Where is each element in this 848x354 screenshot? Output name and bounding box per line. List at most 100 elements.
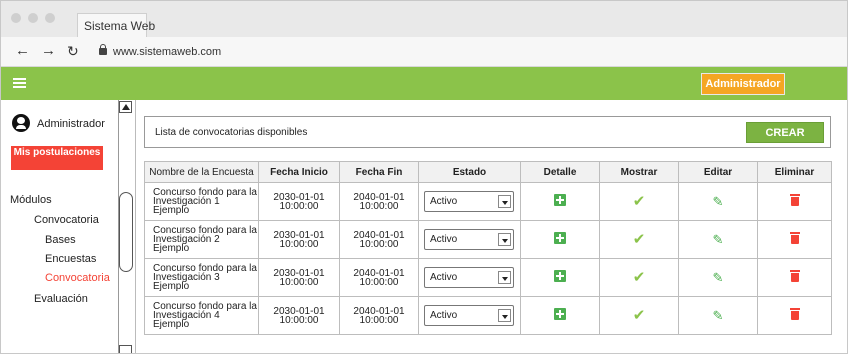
address-bar: ← → ↻ www.sistemaweb.com <box>1 37 847 67</box>
encuesta-name-line: Investigación 1 Ejemplo <box>153 196 220 216</box>
trash-icon[interactable] <box>789 232 800 244</box>
add-box-icon[interactable] <box>554 308 566 320</box>
fecha-inicio-cell: 2030-01-01 10:00:00 <box>258 258 340 297</box>
crear-button[interactable]: CREAR <box>746 122 824 143</box>
hamburger-menu-icon[interactable] <box>13 78 26 89</box>
estado-select[interactable]: Activo <box>424 305 514 326</box>
scroll-up-arrow-icon[interactable] <box>119 101 132 113</box>
estado-select-value: Activo <box>430 196 458 207</box>
chevron-down-icon[interactable] <box>498 233 511 246</box>
maximize-window-dot[interactable] <box>45 13 55 23</box>
add-box-icon[interactable] <box>554 270 566 282</box>
estado-select[interactable]: Activo <box>424 229 514 250</box>
time-value: 10:00:00 <box>359 314 399 326</box>
encuesta-name-cell: Concurso fondo para la Investigación 1 Ej… <box>144 182 259 221</box>
column-header: Nombre de la Encuesta <box>144 161 259 183</box>
editar-cell: ✎ <box>678 258 758 297</box>
reload-icon[interactable]: ↻ <box>67 43 79 59</box>
editar-cell: ✎ <box>678 220 758 259</box>
convocatorias-table: Nombre de la Encuesta Fecha Inicio Fecha… <box>144 161 832 335</box>
column-header: Detalle <box>520 161 600 183</box>
fecha-inicio-cell: 2030-01-01 10:00:00 <box>258 182 340 221</box>
trash-icon[interactable] <box>789 194 800 206</box>
menu-item-bases[interactable]: Bases <box>45 234 76 246</box>
column-header: Eliminar <box>757 161 832 183</box>
chevron-down-icon[interactable] <box>498 309 511 322</box>
detalle-cell <box>520 220 600 259</box>
mostrar-cell: ✔ <box>599 220 679 259</box>
check-icon[interactable]: ✔ <box>633 194 646 209</box>
encuesta-name-line: Investigación 4 Ejemplo <box>153 310 220 330</box>
pencil-icon[interactable]: ✎ <box>713 233 724 246</box>
time-value: 10:00:00 <box>359 276 399 288</box>
scrollbar-thumb[interactable] <box>119 192 133 272</box>
table-header-row: Nombre de la Encuesta Fecha Inicio Fecha… <box>144 161 832 183</box>
chevron-down-icon[interactable] <box>498 271 511 284</box>
time-value: 10:00:00 <box>359 200 399 212</box>
estado-cell: Activo <box>418 182 521 221</box>
pencil-icon[interactable]: ✎ <box>713 309 724 322</box>
menu-item-convocatoria[interactable]: Convocatoria <box>34 214 99 226</box>
browser-window: Sistema Web ← → ↻ www.sistemaweb.com Adm… <box>0 0 848 354</box>
menu-item-encuestas[interactable]: Encuestas <box>45 253 96 265</box>
add-box-icon[interactable] <box>554 194 566 206</box>
title-bar: Sistema Web <box>1 1 847 37</box>
encuesta-name-line: Investigación 3 Ejemplo <box>153 272 220 292</box>
time-value: 10:00:00 <box>359 238 399 250</box>
detalle-cell <box>520 258 600 297</box>
list-panel-header: Lista de convocatorias disponibles CREAR <box>144 116 831 148</box>
administrador-button[interactable]: Administrador <box>701 73 785 95</box>
check-icon[interactable]: ✔ <box>633 308 646 323</box>
check-icon[interactable]: ✔ <box>633 270 646 285</box>
close-window-dot[interactable] <box>11 13 21 23</box>
encuesta-name-line: Investigación 2 Ejemplo <box>153 234 220 254</box>
trash-icon[interactable] <box>789 270 800 282</box>
encuesta-name-cell: Concurso fondo para la Investigación 4 Ej… <box>144 296 259 335</box>
pencil-icon[interactable]: ✎ <box>713 271 724 284</box>
estado-cell: Activo <box>418 296 521 335</box>
estado-select-value: Activo <box>430 272 458 283</box>
trash-icon[interactable] <box>789 308 800 320</box>
eliminar-cell <box>757 258 832 297</box>
detalle-cell <box>520 182 600 221</box>
check-icon[interactable]: ✔ <box>633 232 646 247</box>
encuesta-name-cell: Concurso fondo para la Investigación 3 Ej… <box>144 258 259 297</box>
column-header: Mostrar <box>599 161 679 183</box>
menu-item-convocatoria-active[interactable]: Convocatoria <box>45 272 110 284</box>
column-header: Estado <box>418 161 521 183</box>
app-header: Administrador <box>1 67 847 100</box>
column-header: Fecha Inicio <box>258 161 340 183</box>
forward-arrow-icon[interactable]: → <box>41 43 56 59</box>
estado-select[interactable]: Activo <box>424 191 514 212</box>
chevron-down-icon[interactable] <box>498 195 511 208</box>
estado-select-value: Activo <box>430 310 458 321</box>
add-box-icon[interactable] <box>554 232 566 244</box>
time-value: 10:00:00 <box>279 238 319 250</box>
user-name: Administrador <box>37 118 105 130</box>
time-value: 10:00:00 <box>279 200 319 212</box>
fecha-inicio-cell: 2030-01-01 10:00:00 <box>258 220 340 259</box>
eliminar-cell <box>757 296 832 335</box>
time-value: 10:00:00 <box>279 314 319 326</box>
back-arrow-icon[interactable]: ← <box>15 43 30 59</box>
mis-postulaciones-button[interactable]: Mis postulaciones <box>11 146 103 170</box>
editar-cell: ✎ <box>678 296 758 335</box>
browser-tab[interactable]: Sistema Web <box>77 13 155 37</box>
menu-item-evaluacion[interactable]: Evaluación <box>34 293 88 305</box>
lock-icon <box>99 44 107 55</box>
menu-item-modulos[interactable]: Módulos <box>10 194 52 206</box>
estado-select[interactable]: Activo <box>424 267 514 288</box>
minimize-window-dot[interactable] <box>28 13 38 23</box>
scroll-down-arrow-icon[interactable] <box>119 345 132 353</box>
pencil-icon[interactable]: ✎ <box>713 195 724 208</box>
panel-title: Lista de convocatorias disponibles <box>155 127 308 138</box>
table-row: Concurso fondo para la Investigación 2 Ej… <box>144 220 832 259</box>
url-text[interactable]: www.sistemaweb.com <box>113 46 221 58</box>
mostrar-cell: ✔ <box>599 258 679 297</box>
fecha-inicio-cell: 2030-01-01 10:00:00 <box>258 296 340 335</box>
column-header: Fecha Fin <box>339 161 419 183</box>
fecha-fin-cell: 2040-01-01 10:00:00 <box>339 182 419 221</box>
table-row: Concurso fondo para la Investigación 3 Ej… <box>144 258 832 297</box>
fecha-fin-cell: 2040-01-01 10:00:00 <box>339 220 419 259</box>
sidebar: Administrador Mis postulaciones Módulos … <box>1 100 136 353</box>
